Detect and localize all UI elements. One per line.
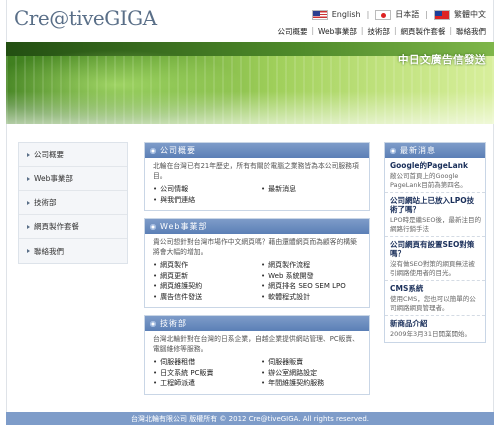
news-item-title[interactable]: Google的PageLank (390, 161, 481, 170)
topnav-contact[interactable]: 聯絡我們 (456, 26, 486, 37)
section-header: 公司概要 (145, 143, 369, 158)
banner-glow (6, 50, 246, 120)
hero-banner: 中日文廣告信發送 (6, 42, 494, 124)
section-header: 技術部 (145, 316, 369, 331)
news-title: 最新消息 (400, 146, 436, 155)
section-links: 網頁製作 網頁製作流程 網頁更新 Web 系統開發 網頁維護契約 網頁排名 SE… (153, 261, 363, 302)
sidebar-item-label: 公司概要 (34, 150, 64, 159)
sidebar-item-web[interactable]: Web事業部 (19, 167, 127, 191)
circle-bullet-icon (150, 320, 156, 327)
topnav-tech[interactable]: 技術部 (367, 26, 390, 37)
section-title: 公司概要 (160, 146, 196, 155)
news-item: CMS系統 使用CMS，您也可以簡單的公司網路網頁管理者。 (385, 281, 485, 316)
link-contact-us[interactable]: 與我們連絡 (153, 196, 255, 206)
section-web: Web事業部 貴公司想針對台灣市場作中文網頁嗎？藉由還體網頁而為顧客的構築將會大… (144, 218, 370, 308)
sidebar-item-label: 技術部 (34, 198, 57, 207)
news-item-desc: 沒有做SEO對策的網頁無法被引網路使用者的目光。 (390, 260, 475, 277)
sidebar-item-label: 聯絡我們 (34, 246, 64, 256)
link-office-network[interactable]: 辦公室網路設定 (261, 369, 363, 379)
us-flag-icon[interactable] (311, 9, 328, 20)
news-item: 公司網頁有設置SEO對策嗎？ 沒有做SEO對策的網頁無法被引網路使用者的目光。 (385, 237, 485, 281)
link-web-system[interactable]: Web 系統開發 (261, 272, 363, 282)
lang-divider: | (366, 10, 370, 19)
section-title: Web事業部 (160, 222, 208, 231)
section-links: 公司情報 最新消息 與我們連絡 (153, 185, 363, 205)
sidebar-nav: 公司概要 Web事業部 技術部 網頁製作套餐 聯絡我們 (18, 142, 128, 264)
link-web-update[interactable]: 網頁更新 (153, 272, 255, 282)
news-item-desc: 敝公司首頁上的Google PageLank目前為第四名。 (390, 172, 467, 189)
arrow-bullet-icon (27, 249, 30, 253)
section-title: 技術部 (160, 319, 187, 328)
circle-bullet-icon (150, 147, 156, 154)
link-server-sales[interactable]: 伺服器販賣 (261, 358, 363, 368)
link-ad-mail[interactable]: 廣告信件發送 (153, 293, 255, 303)
news-item-title[interactable]: CMS系統 (390, 284, 481, 293)
news-header: 最新消息 (385, 143, 485, 158)
nav-divider: | (449, 26, 452, 35)
arrow-bullet-icon (27, 224, 30, 229)
news-item-title[interactable]: 公司網站上已放入LPO技術了嗎？ (390, 196, 481, 214)
section-company: 公司概要 北輪在台灣已有21年歷史，所有有關於電腦之業務皆為本公司服務項目。 公… (144, 142, 370, 211)
link-latest-news[interactable]: 最新消息 (261, 185, 363, 195)
news-item: Google的PageLank 敝公司首頁上的Google PageLank目前… (385, 158, 485, 193)
nav-divider: | (360, 26, 364, 35)
section-intro: 貴公司想針對台灣市場作中文網頁嗎？藉由還體網頁而為顧客的構築將會大幅的增加。 (153, 238, 357, 256)
link-maintenance-contract[interactable]: 網頁維護契約 (153, 282, 255, 292)
lang-english[interactable]: English (332, 10, 361, 19)
sidebar-item-contact[interactable]: 聯絡我們 (19, 239, 127, 263)
link-seo[interactable]: 網頁排名 SEO SEM LPO (261, 282, 363, 292)
page: Cre@tiveGIGA English | 日本語 | 繁體中文 公司概要 |… (6, 0, 494, 433)
nav-divider: | (311, 26, 315, 35)
link-production-flow[interactable]: 網頁製作流程 (261, 261, 363, 271)
section-intro: 台灣北輪針對在台灣的日系企業，自越企業提供網站管理、PC販賣、電腦維修等服務。 (153, 335, 359, 353)
topnav-company[interactable]: 公司概要 (278, 26, 308, 37)
section-tech: 技術部 台灣北輪針對在台灣的日系企業，自越企業提供網站管理、PC販賣、電腦維修等… (144, 315, 370, 395)
sidebar-item-packages[interactable]: 網頁製作套餐 (19, 215, 127, 239)
news-item-title[interactable]: 公司網頁有設置SEO對策嗎？ (390, 240, 481, 258)
news-panel: 最新消息 Google的PageLank 敝公司首頁上的Google PageL… (384, 142, 486, 343)
japan-flag-icon[interactable] (375, 9, 392, 20)
section-header: Web事業部 (145, 219, 369, 234)
link-annual-maintenance[interactable]: 年間維護契約服務 (261, 379, 363, 389)
footer: 台灣北輪有限公司 版權所有 © 2012 Cre@tiveGIGA. All r… (6, 412, 494, 425)
lang-divider: | (425, 10, 428, 19)
arrow-bullet-icon (27, 176, 30, 181)
main-content: 公司概要 北輪在台灣已有21年歷史，所有有關於電腦之業務皆為本公司服務項目。 公… (144, 142, 370, 402)
sidebar-item-label: Web事業部 (34, 174, 73, 183)
topnav-packages[interactable]: 網頁製作套餐 (400, 26, 445, 37)
circle-bullet-icon (390, 147, 396, 154)
top-nav: 公司概要 | Web事業部 | 技術部 | 網頁製作套餐 | 聯絡我們 (278, 26, 486, 37)
link-server-rental[interactable]: 伺服器租借 (153, 358, 255, 368)
section-intro: 北輪在台灣已有21年歷史，所有有關於電腦之業務皆為本公司服務項目。 (153, 162, 359, 180)
topnav-web[interactable]: Web事業部 (318, 26, 357, 37)
language-switcher: English | 日本語 | 繁體中文 (311, 9, 486, 20)
site-logo[interactable]: Cre@tiveGIGA (14, 6, 157, 30)
lang-japanese[interactable]: 日本語 (395, 9, 419, 20)
link-software-design[interactable]: 軟體程式設計 (261, 293, 363, 303)
link-engineer-dispatch[interactable]: 工程師派遣 (153, 379, 255, 389)
news-item: 新商品介紹 2009年3月31日開業開始。 (385, 316, 485, 342)
lang-chinese[interactable]: 繁體中文 (454, 9, 486, 20)
link-web-production[interactable]: 網頁製作 (153, 261, 255, 271)
news-item-desc: 2009年3月31日開業開始。 (390, 330, 471, 338)
nav-divider: | (393, 26, 397, 35)
news-item-title[interactable]: 新商品介紹 (390, 319, 481, 328)
sidebar-item-tech[interactable]: 技術部 (19, 191, 127, 215)
sidebar-item-label: 網頁製作套餐 (34, 222, 79, 231)
link-pc-sales[interactable]: 日文系統 PC販賣 (153, 369, 255, 379)
section-links: 伺服器租借 伺服器販賣 日文系統 PC販賣 辦公室網路設定 工程師派遣 年間維護… (153, 358, 363, 389)
news-item-desc: 使用CMS，您也可以簡單的公司網路網頁管理者。 (390, 295, 476, 312)
circle-bullet-icon (150, 223, 156, 230)
news-item-desc: LPO時是繼SEO後，最新注目的網路行銷手法 (390, 216, 482, 233)
link-company-info[interactable]: 公司情報 (153, 185, 255, 195)
taiwan-flag-icon[interactable] (434, 9, 450, 20)
banner-slogan: 中日文廣告信發送 (398, 54, 486, 66)
arrow-bullet-icon (27, 152, 30, 157)
copyright-text: 台灣北輪有限公司 版權所有 © 2012 Cre@tiveGIGA. All r… (130, 414, 369, 423)
sidebar-item-company[interactable]: 公司概要 (19, 143, 127, 167)
arrow-bullet-icon (27, 200, 30, 205)
news-item: 公司網站上已放入LPO技術了嗎？ LPO時是繼SEO後，最新注目的網路行銷手法 (385, 193, 485, 237)
